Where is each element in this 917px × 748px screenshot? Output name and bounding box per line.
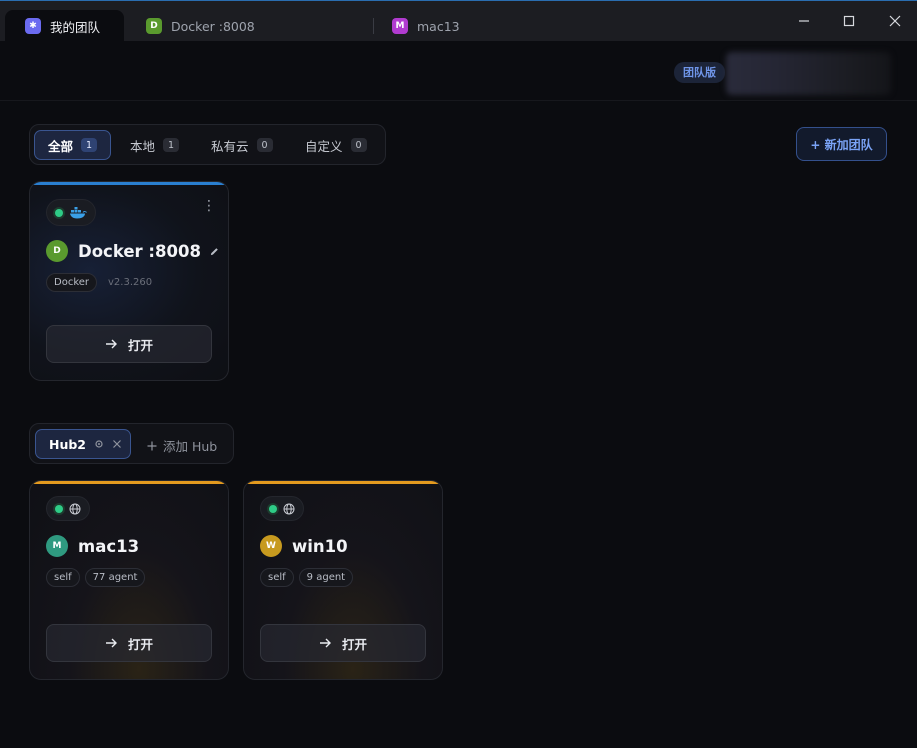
globe-icon	[283, 503, 295, 514]
filter-label: 自定义	[305, 138, 343, 154]
filter-count: 0	[350, 138, 367, 152]
card-title: win10	[292, 536, 348, 556]
open-label: 打开	[127, 337, 153, 353]
arrow-right-icon	[105, 638, 117, 648]
hub-tab-hub2[interactable]: Hub2	[35, 429, 132, 459]
user-account-blurred[interactable]	[726, 52, 891, 95]
filter-label: 本地	[130, 138, 156, 154]
filter-tabs: 全部 1 本地 1 私有云 0 自定义 0	[29, 124, 386, 165]
card-title-row: D Docker :8008	[46, 240, 220, 262]
tag: 9 agent	[298, 568, 354, 587]
tag: self	[260, 568, 294, 587]
card-accent	[30, 182, 228, 185]
settings-gear-icon[interactable]	[94, 439, 104, 449]
filter-count: 0	[256, 138, 273, 152]
online-status-dot	[55, 208, 63, 217]
plus-icon	[147, 441, 157, 450]
mac-tab-icon: M	[392, 18, 408, 34]
online-status-dot	[55, 504, 63, 513]
close-hub-icon[interactable]	[112, 439, 122, 449]
open-button[interactable]: 打开	[46, 325, 212, 363]
filter-tab-private-cloud[interactable]: 私有云 0	[198, 130, 286, 160]
add-hub-label: 添加 Hub	[163, 439, 218, 454]
add-hub-button[interactable]: 添加 Hub	[147, 436, 217, 455]
open-button[interactable]: 打开	[260, 624, 426, 662]
card-accent	[244, 481, 442, 484]
app-header: 团队版	[0, 41, 917, 101]
tab-label: 我的团队	[50, 19, 101, 35]
more-options-icon[interactable]: ⋮	[202, 199, 216, 218]
tab-label: mac13	[417, 18, 460, 34]
open-label: 打开	[127, 636, 153, 652]
tab-my-team[interactable]: ✱ 我的团队	[5, 10, 124, 42]
tab-label: Docker :8008	[171, 18, 255, 34]
filter-count: 1	[81, 138, 98, 152]
type-tag: Docker	[46, 273, 98, 292]
avatar: D	[46, 240, 68, 262]
tag-row: Docker v2.3.260	[46, 273, 152, 292]
team-card-docker: ⋮ D Docker :8008 Docker v2.3.260 打开	[29, 181, 229, 381]
docker-icon	[70, 207, 87, 219]
open-button[interactable]: 打开	[46, 624, 212, 662]
filter-tab-all[interactable]: 全部 1	[34, 130, 112, 160]
filter-label: 全部	[48, 138, 74, 154]
card-accent	[30, 481, 228, 484]
add-team-button[interactable]: + 新加团队	[796, 127, 887, 161]
maximize-icon[interactable]	[841, 13, 857, 29]
tag-row: self 77 agent	[46, 568, 146, 587]
team-icon: ✱	[25, 18, 41, 34]
status-pill	[46, 199, 96, 226]
filter-tab-local[interactable]: 本地 1	[117, 130, 192, 160]
card-title-row: W win10	[260, 535, 348, 557]
tag: self	[46, 568, 80, 587]
status-pill	[260, 496, 304, 521]
card-title-row: M mac13	[46, 535, 139, 557]
close-icon[interactable]	[887, 13, 903, 29]
filter-count: 1	[163, 138, 180, 152]
tab-docker[interactable]: D Docker :8008	[126, 10, 255, 42]
docker-tab-icon: D	[146, 18, 162, 34]
card-title: Docker :8008	[78, 241, 201, 261]
filter-tab-custom[interactable]: 自定义 0	[292, 130, 380, 160]
status-pill	[46, 496, 90, 521]
title-bar: ✱ 我的团队 D Docker :8008 M mac13	[0, 0, 917, 42]
minimize-icon[interactable]	[796, 13, 812, 29]
team-card-win10: W win10 self 9 agent 打开	[243, 480, 443, 680]
filter-label: 私有云	[211, 138, 249, 154]
arrow-right-icon	[319, 638, 331, 648]
tab-mac13[interactable]: M mac13	[372, 10, 460, 42]
globe-icon	[69, 503, 81, 514]
version-label: v2.3.260	[108, 277, 153, 288]
avatar: W	[260, 535, 282, 557]
avatar: M	[46, 535, 68, 557]
tag: 77 agent	[84, 568, 146, 587]
online-status-dot	[269, 504, 277, 513]
team-card-mac13: M mac13 self 77 agent 打开	[29, 480, 229, 680]
edit-icon[interactable]	[209, 246, 220, 257]
hub-label: Hub2	[49, 436, 87, 452]
hub-tabs: Hub2 添加 Hub	[29, 423, 234, 464]
arrow-right-icon	[105, 339, 117, 349]
team-edition-badge: 团队版	[674, 62, 725, 83]
open-label: 打开	[341, 636, 367, 652]
card-title: mac13	[78, 536, 140, 556]
tag-row: self 9 agent	[260, 568, 354, 587]
